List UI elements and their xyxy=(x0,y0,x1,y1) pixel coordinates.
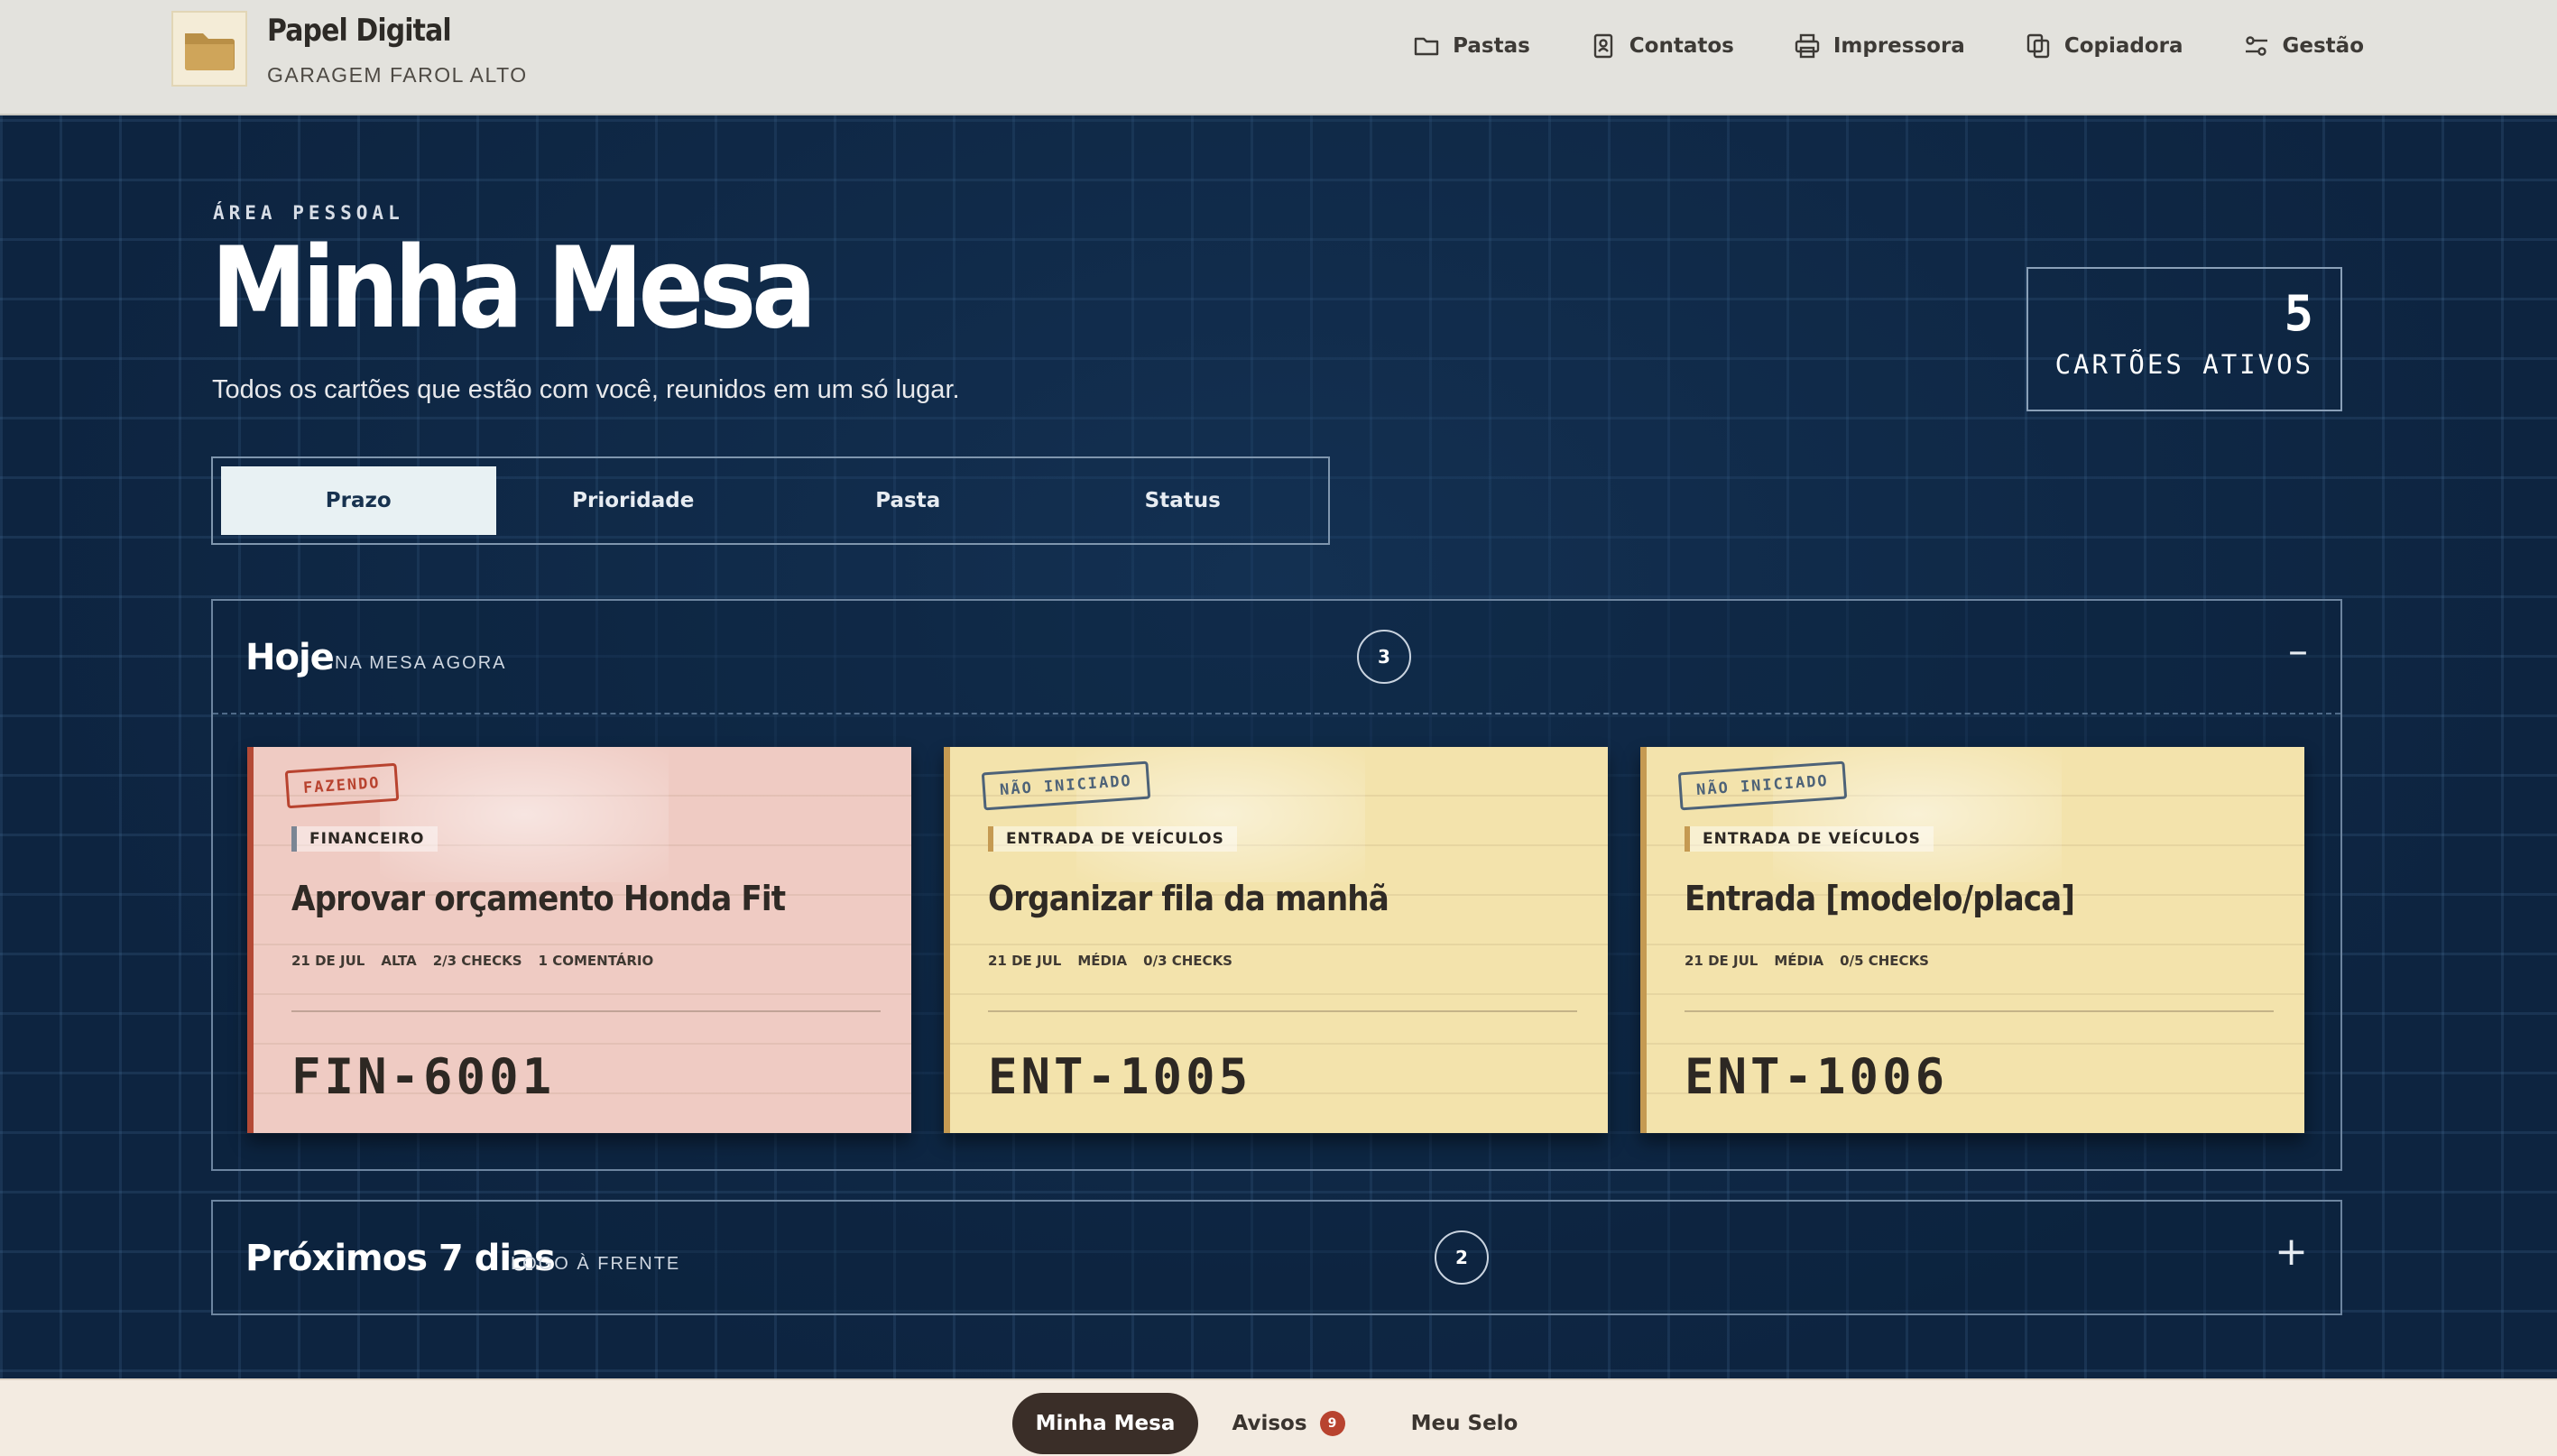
card-category: ENTRADA DE VEÍCULOS xyxy=(988,826,1237,852)
bottom-nav: Minha Mesa Avisos 9 Meu Selo xyxy=(1012,1393,1550,1454)
section-today-header[interactable]: Hoje NA MESA AGORA 3 – xyxy=(213,601,2340,714)
nav-gestao[interactable]: Gestão xyxy=(2243,32,2364,60)
card-checks: 0/3 CHECKS xyxy=(1143,953,1232,969)
card-priority: MÉDIA xyxy=(1077,953,1128,969)
task-card-ent-1006[interactable]: NÃO INICIADO ENTRADA DE VEÍCULOS Entrada… xyxy=(1640,747,2304,1133)
tab-prazo[interactable]: Prazo xyxy=(221,466,496,535)
tab-prioridade[interactable]: Prioridade xyxy=(496,466,771,535)
section-hint: LOGO À FRENTE xyxy=(511,1254,681,1274)
nav-contatos[interactable]: Contatos xyxy=(1590,32,1734,60)
bottom-nav-label: Minha Mesa xyxy=(1035,1412,1176,1435)
card-code: FIN-6001 xyxy=(291,1048,556,1105)
brand-name: Papel Digital xyxy=(267,13,452,49)
card-checks: 0/5 CHECKS xyxy=(1840,953,1929,969)
tab-status[interactable]: Status xyxy=(1046,466,1321,535)
bottom-nav-bar: Minha Mesa Avisos 9 Meu Selo xyxy=(0,1378,2557,1456)
nav-label: Pastas xyxy=(1453,34,1530,58)
nav-pastas[interactable]: Pastas xyxy=(1413,32,1530,60)
card-title: Organizar fila da manhã xyxy=(988,879,1389,918)
card-comments: 1 COMENTÁRIO xyxy=(538,953,654,969)
status-stamp: NÃO INICIADO xyxy=(1677,760,1848,811)
nav-impressora[interactable]: Impressora xyxy=(1794,32,1965,60)
bottom-nav-minha-mesa[interactable]: Minha Mesa xyxy=(1012,1393,1198,1454)
section-title: Próximos 7 dias xyxy=(245,1238,556,1279)
top-header: Papel Digital GARAGEM FAROL ALTO Pastas … xyxy=(0,0,2557,115)
card-code: ENT-1005 xyxy=(988,1048,1252,1105)
brand-subtitle: GARAGEM FAROL ALTO xyxy=(267,63,528,87)
settings-sliders-icon xyxy=(2245,36,2267,56)
nav-label: Copiadora xyxy=(2063,34,2183,58)
nav-copiadora[interactable]: Copiadora xyxy=(2025,32,2183,60)
active-cards-stat: 5 CARTÕES ATIVOS xyxy=(2026,267,2342,411)
card-checks: 2/3 CHECKS xyxy=(432,953,522,969)
status-stamp: NÃO INICIADO xyxy=(981,760,1151,811)
section-count-badge: 3 xyxy=(1357,630,1411,684)
card-due-date: 21 DE JUL xyxy=(291,953,365,969)
bottom-nav-label: Avisos xyxy=(1232,1412,1307,1435)
page-title: Minha Mesa xyxy=(211,224,817,354)
card-code: ENT-1006 xyxy=(1685,1048,1949,1105)
task-card-ent-1005[interactable]: NÃO INICIADO ENTRADA DE VEÍCULOS Organiz… xyxy=(944,747,1608,1133)
section-next-7-days: Próximos 7 dias LOGO À FRENTE 2 + xyxy=(211,1200,2342,1315)
card-priority: ALTA xyxy=(381,953,417,969)
nav-label: Gestão xyxy=(2282,34,2364,58)
expand-toggle[interactable]: + xyxy=(2275,1232,2308,1272)
copy-icon xyxy=(2026,33,2050,59)
nav-label: Impressora xyxy=(1832,34,1965,58)
card-due-date: 21 DE JUL xyxy=(1685,953,1759,969)
collapse-toggle[interactable]: – xyxy=(2288,631,2308,671)
page-eyebrow: ÁREA PESSOAL xyxy=(213,202,404,224)
card-priority: MÉDIA xyxy=(1774,953,1824,969)
card-category: FINANCEIRO xyxy=(291,826,438,852)
main-nav: Pastas Contatos Impressora Copiadora Ges… xyxy=(1413,32,2364,60)
notification-badge: 9 xyxy=(1319,1411,1345,1436)
status-stamp: FAZENDO xyxy=(284,762,399,809)
bottom-nav-avisos[interactable]: Avisos 9 xyxy=(1198,1393,1379,1454)
task-card-fin-6001[interactable]: FAZENDO FINANCEIRO Aprovar orçamento Hon… xyxy=(247,747,911,1133)
sort-tabs: Prazo Prioridade Pasta Status xyxy=(211,456,1330,545)
folder-icon xyxy=(1414,37,1439,56)
printer-icon xyxy=(1795,33,1820,59)
section-count-badge: 2 xyxy=(1435,1230,1489,1285)
active-cards-label: CARTÕES ATIVOS xyxy=(2054,349,2313,381)
contact-card-icon xyxy=(1593,33,1612,59)
card-category: ENTRADA DE VEÍCULOS xyxy=(1685,826,1934,852)
active-cards-count: 5 xyxy=(2284,285,2313,342)
bottom-nav-label: Meu Selo xyxy=(1410,1412,1519,1435)
card-title: Entrada [modelo/placa] xyxy=(1685,879,2075,918)
tab-pasta[interactable]: Pasta xyxy=(771,466,1046,535)
section-title: Hoje xyxy=(245,637,335,678)
card-meta: 21 DE JUL MÉDIA 0/5 CHECKS xyxy=(1685,953,1929,969)
card-title: Aprovar orçamento Honda Fit xyxy=(291,879,786,918)
page-subtitle: Todos os cartões que estão com você, reu… xyxy=(212,375,960,404)
folder-icon xyxy=(185,33,235,70)
nav-label: Contatos xyxy=(1629,34,1734,58)
section-next-header[interactable]: Próximos 7 dias LOGO À FRENTE 2 + xyxy=(213,1202,2340,1315)
card-due-date: 21 DE JUL xyxy=(988,953,1062,969)
brand-logo[interactable] xyxy=(171,11,247,87)
card-meta: 21 DE JUL MÉDIA 0/3 CHECKS xyxy=(988,953,1232,969)
section-hint: NA MESA AGORA xyxy=(335,653,507,673)
card-meta: 21 DE JUL ALTA 2/3 CHECKS 1 COMENTÁRIO xyxy=(291,953,653,969)
bottom-nav-meu-selo[interactable]: Meu Selo xyxy=(1379,1393,1550,1454)
